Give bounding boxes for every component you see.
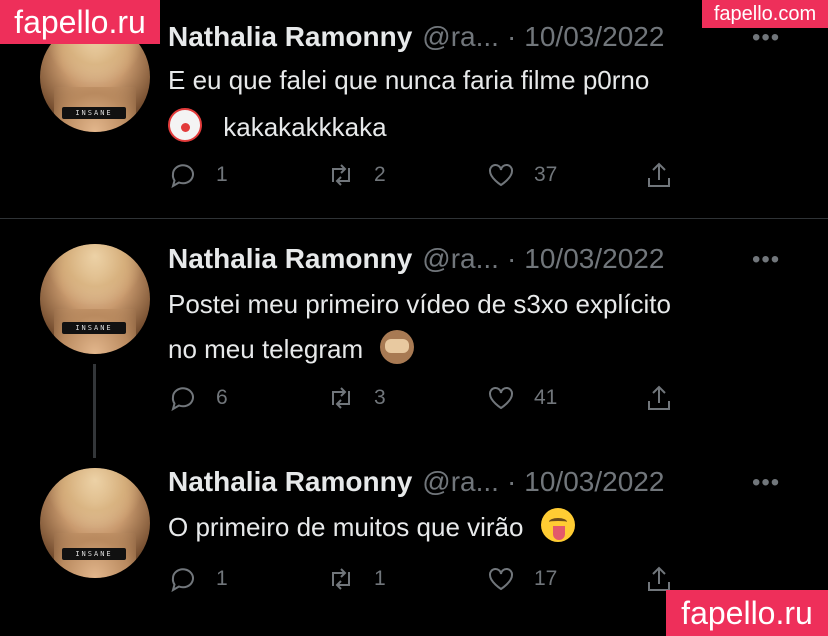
heart-icon: [489, 164, 513, 187]
display-name[interactable]: Nathalia Ramonny: [168, 466, 412, 498]
retweet-icon: [332, 164, 350, 186]
thread-connector-line: [93, 364, 96, 458]
retweet-count: 3: [374, 386, 386, 409]
tweet-date[interactable]: 10/03/2022: [524, 243, 664, 275]
tweet-actions: 1 2 37: [168, 160, 688, 190]
user-handle[interactable]: @ra...: [422, 243, 499, 275]
tweet-text-line: no meu telegram: [168, 334, 364, 364]
display-name[interactable]: Nathalia Ramonny: [168, 21, 412, 53]
reply-button[interactable]: 1: [168, 564, 228, 594]
tweet-header: Nathalia Ramonny @ra... · 10/03/2022: [168, 242, 664, 276]
retweet-icon: [332, 387, 350, 409]
reply-button[interactable]: 1: [168, 160, 228, 190]
heart-icon: [489, 568, 513, 591]
avatar-band-text: INSANE: [62, 548, 126, 560]
share-icon: [648, 162, 670, 187]
watermark-bottom-right: fapello.ru: [666, 590, 828, 636]
like-button[interactable]: 17: [486, 564, 557, 594]
tweet-text-line-with-emoji: no meu telegram: [168, 330, 788, 367]
reply-count: 1: [216, 163, 228, 186]
like-count: 17: [534, 567, 558, 590]
tweet-header: Nathalia Ramonny @ra... · 10/03/2022: [168, 465, 664, 499]
tweet-text: E eu que falei que nunca faria filme p0r…: [168, 62, 788, 145]
separator: ·: [506, 243, 517, 274]
tweet-text-line: kakakakkkaka: [223, 112, 387, 142]
avatar-hair: [48, 244, 142, 304]
tweet-text-line: E eu que falei que nunca faria filme p0r…: [168, 65, 650, 95]
reply-icon: [171, 568, 194, 593]
retweet-count: 1: [374, 567, 386, 590]
like-button[interactable]: 37: [486, 160, 557, 190]
user-handle[interactable]: @ra...: [422, 21, 499, 53]
share-button[interactable]: [644, 160, 674, 190]
tweet-text: Postei meu primeiro vídeo de s3xo explíc…: [168, 286, 788, 367]
tweet-date[interactable]: 10/03/2022: [524, 21, 664, 53]
reply-icon: [171, 164, 194, 189]
tongue-face-icon: [540, 508, 575, 542]
separator: ·: [506, 466, 517, 497]
like-button[interactable]: 41: [486, 383, 557, 413]
avatar-band-text: INSANE: [62, 322, 126, 334]
tweet-header: Nathalia Ramonny @ra... · 10/03/2022: [168, 20, 664, 54]
retweet-icon: [332, 568, 350, 590]
share-button[interactable]: [644, 383, 674, 413]
more-options-button[interactable]: •••: [752, 469, 780, 497]
retweet-count: 2: [374, 163, 386, 186]
reply-icon: [171, 387, 194, 412]
tweet-divider: [0, 218, 828, 219]
separator: ·: [506, 21, 517, 52]
user-handle[interactable]: @ra...: [422, 466, 499, 498]
tweet-actions: 6 3 41: [168, 383, 688, 413]
display-name[interactable]: Nathalia Ramonny: [168, 243, 412, 275]
tweet-text-line: Postei meu primeiro vídeo de s3xo explíc…: [168, 289, 671, 319]
tweet-text: O primeiro de muitos que virão: [168, 508, 788, 545]
clown-face-icon: [168, 108, 202, 142]
reply-count: 1: [216, 567, 228, 590]
retweet-button[interactable]: 1: [326, 564, 386, 594]
watermark-top-right: fapello.com: [702, 0, 828, 28]
tweet-actions: 1 1 17: [168, 564, 688, 594]
avatar-hair: [48, 468, 142, 528]
retweet-button[interactable]: 2: [326, 160, 386, 190]
tweet-text-line-with-emoji: kakakakkkaka: [168, 108, 788, 145]
like-count: 37: [534, 163, 558, 186]
heart-icon: [489, 387, 513, 410]
retweet-button[interactable]: 3: [326, 383, 386, 413]
reply-count: 6: [216, 386, 228, 409]
watermark-top-left: fapello.ru: [0, 0, 160, 44]
tweet-text-line: O primeiro de muitos que virão: [168, 512, 524, 542]
avatar[interactable]: INSANE: [40, 468, 150, 578]
tweet-date[interactable]: 10/03/2022: [524, 466, 664, 498]
like-count: 41: [534, 386, 558, 409]
reply-button[interactable]: 6: [168, 383, 228, 413]
share-icon: [648, 385, 670, 410]
avatar[interactable]: INSANE: [40, 244, 150, 354]
more-options-button[interactable]: •••: [752, 24, 780, 52]
avatar-band-text: INSANE: [62, 107, 126, 119]
see-no-evil-monkey-icon: [380, 330, 415, 364]
tweet-text-line-with-emoji: O primeiro de muitos que virão: [168, 508, 788, 545]
more-options-button[interactable]: •••: [752, 246, 780, 274]
